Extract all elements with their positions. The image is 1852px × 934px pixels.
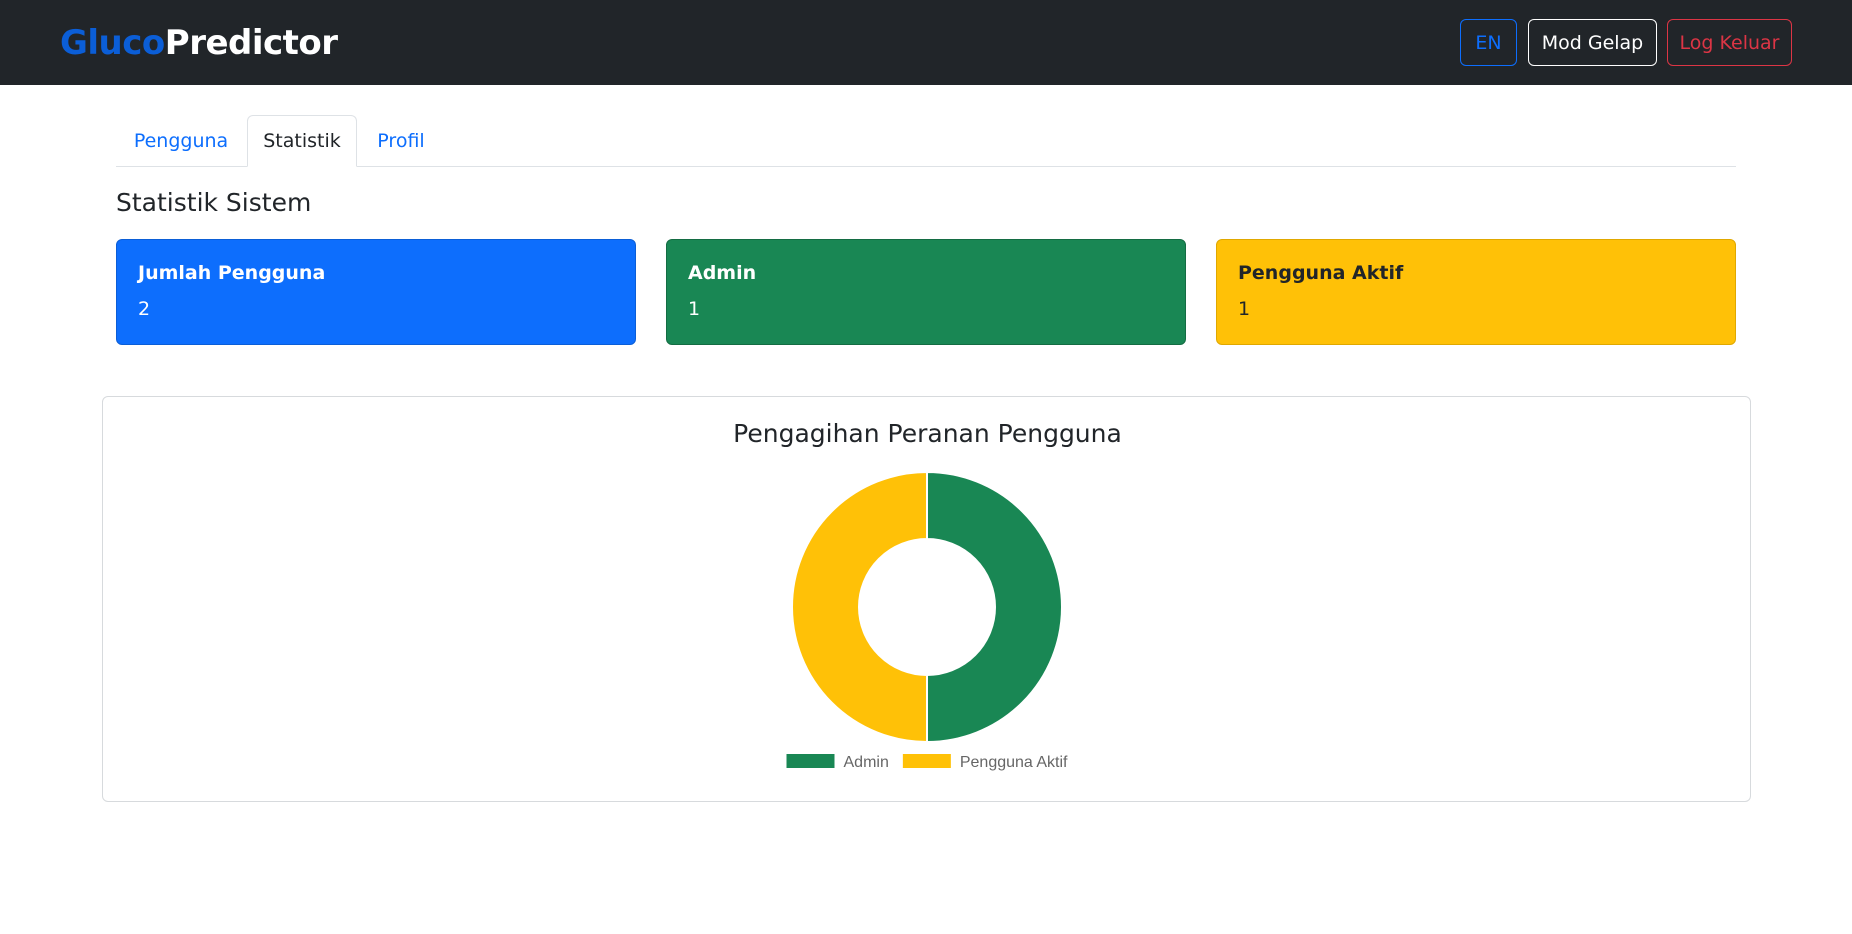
donut-slice-pengguna-aktif[interactable] <box>791 470 928 744</box>
stat-card-admin: Admin 1 <box>666 239 1186 345</box>
stat-card-total-users: Jumlah Pengguna 2 <box>116 239 636 345</box>
logout-button[interactable]: Log Keluar <box>1667 19 1792 66</box>
brand-logo[interactable]: GlucoPredictor <box>60 22 338 64</box>
tab-statistics[interactable]: Statistik <box>247 115 357 167</box>
language-toggle-button[interactable]: EN <box>1460 19 1517 66</box>
legend-item-pengguna-aktif[interactable]: Pengguna Aktif <box>902 754 1068 771</box>
tab-profile[interactable]: Profil <box>358 115 444 167</box>
legend-swatch <box>902 754 951 768</box>
legend-swatch <box>786 754 835 768</box>
stat-label: Jumlah Pengguna <box>138 262 326 284</box>
role-distribution-chart: Admin Pengguna Aktif <box>786 470 1068 771</box>
stat-value: 2 <box>138 298 151 320</box>
top-navbar: GlucoPredictor EN Mod Gelap Log Keluar <box>0 0 1852 85</box>
legend-item-admin[interactable]: Admin <box>786 754 889 771</box>
donut-slice-admin[interactable] <box>926 470 1063 744</box>
stat-label: Pengguna Aktif <box>1238 262 1404 284</box>
chart-card: Pengagihan Peranan Pengguna Admin Penggun… <box>102 396 1751 802</box>
section-title: Statistik Sistem <box>116 188 312 217</box>
brand-part-1: Gluco <box>60 23 165 63</box>
stat-label: Admin <box>688 262 757 284</box>
dark-mode-button[interactable]: Mod Gelap <box>1528 19 1657 66</box>
stat-value: 1 <box>688 298 701 320</box>
legend-label: Pengguna Aktif <box>960 754 1068 771</box>
stat-card-active-users: Pengguna Aktif 1 <box>1216 239 1736 345</box>
stat-value: 1 <box>1238 298 1251 320</box>
tab-users[interactable]: Pengguna <box>116 115 246 167</box>
legend-label: Admin <box>844 754 889 771</box>
brand-part-2: Predictor <box>164 23 338 63</box>
